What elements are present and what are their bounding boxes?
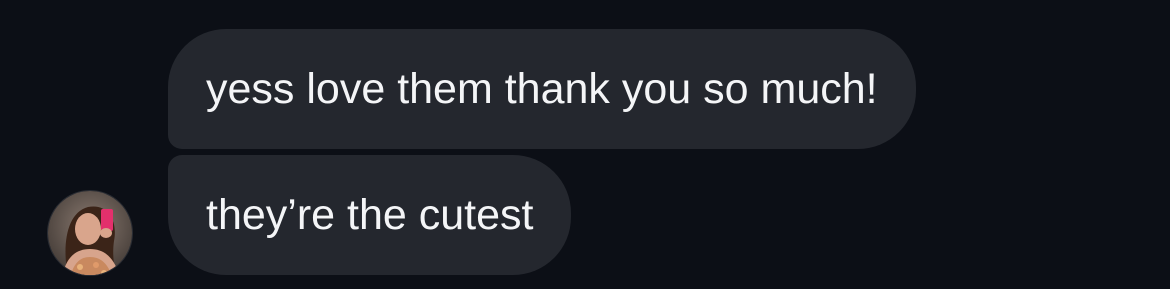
avatar-photo [48, 191, 132, 275]
avatar[interactable] [47, 190, 133, 276]
message-thread: yess love them thank you so much! they’r… [0, 0, 1170, 289]
message-text: yess love them thank you so much! [206, 64, 878, 113]
message-bubble[interactable]: they’re the cutest [168, 155, 572, 275]
message-text: they’re the cutest [206, 190, 534, 239]
message-bubble[interactable]: yess love them thank you so much! [168, 29, 916, 149]
